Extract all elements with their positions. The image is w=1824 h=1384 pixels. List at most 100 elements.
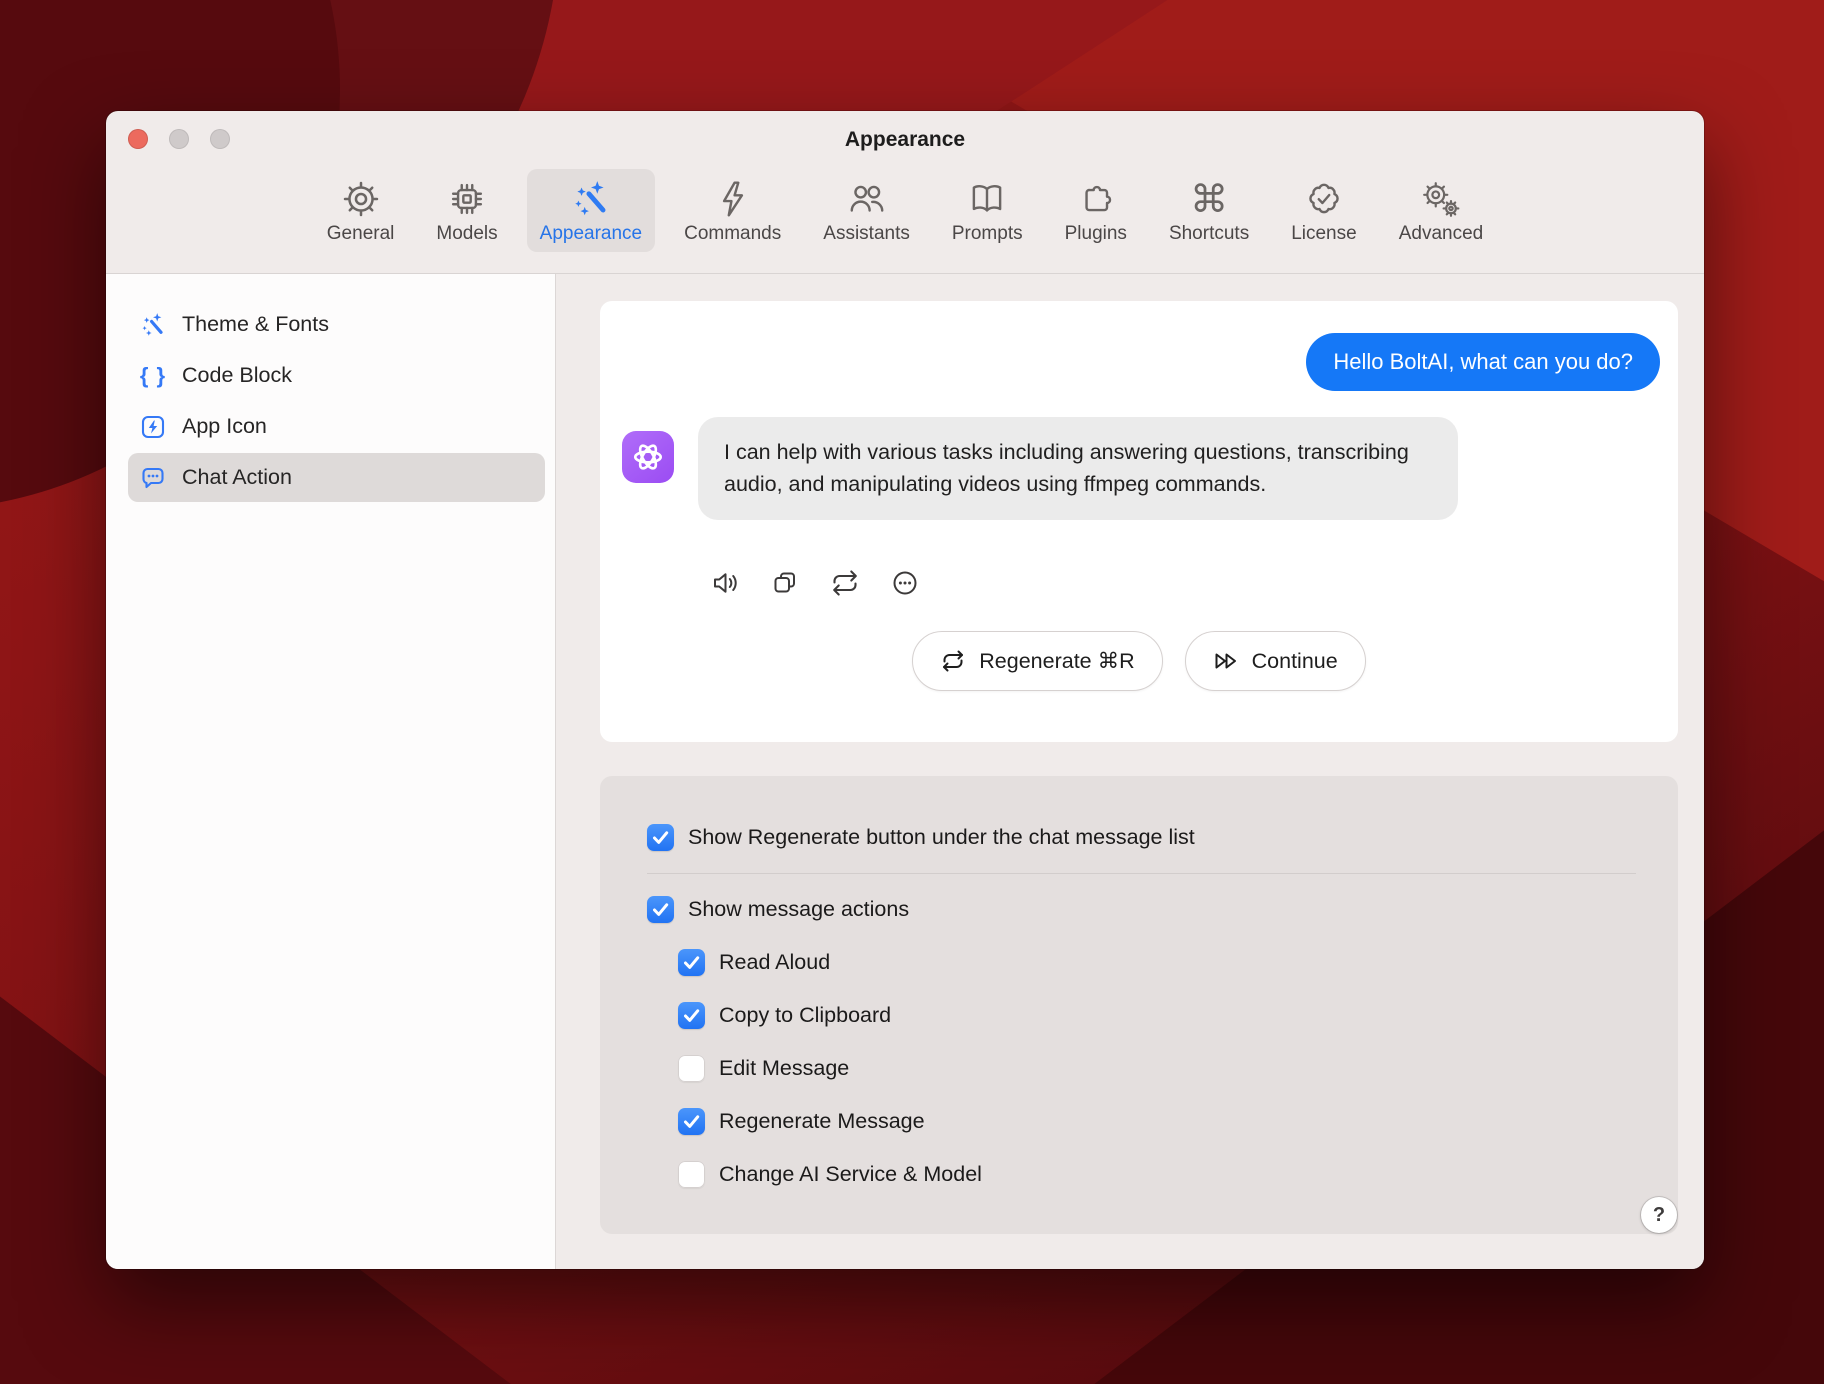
checkbox[interactable] (678, 949, 705, 976)
toolbar-item-label: Shortcuts (1169, 223, 1249, 245)
toolbar-item-commands[interactable]: Commands (671, 169, 794, 252)
fast-forward-icon (1213, 648, 1239, 674)
sidebar-item-code-block[interactable]: { } Code Block (128, 351, 545, 400)
sidebar: Theme & Fonts { } Code Block App Icon (106, 274, 556, 1269)
retry-button[interactable] (830, 568, 860, 598)
setting-label: Edit Message (719, 1056, 849, 1081)
toolbar-item-models[interactable]: Models (423, 169, 510, 252)
gears-icon (1420, 178, 1462, 220)
setting-show-message-actions[interactable]: Show message actions (647, 896, 1636, 923)
setting-label: Change AI Service & Model (719, 1162, 982, 1187)
repeat-icon (830, 568, 860, 598)
setting-edit-message[interactable]: Edit Message (678, 1055, 1636, 1082)
setting-label: Show Regenerate button under the chat me… (688, 825, 1195, 850)
checkmark-icon (647, 824, 674, 851)
wand-sparkles-icon (570, 178, 612, 220)
puzzle-piece-icon (1075, 178, 1117, 220)
sidebar-item-chat-action[interactable]: Chat Action (128, 453, 545, 502)
open-book-icon (966, 178, 1008, 220)
people-icon (846, 178, 888, 220)
window-title: Appearance (106, 111, 1704, 169)
continue-button[interactable]: Continue (1185, 631, 1366, 691)
sidebar-item-label: Code Block (182, 363, 292, 388)
toolbar-item-general[interactable]: General (314, 169, 408, 252)
curly-braces-icon: { } (139, 362, 167, 390)
regenerate-button-label: Regenerate ⌘R (979, 649, 1134, 674)
checkbox[interactable] (647, 896, 674, 923)
seal-check-icon (1303, 178, 1345, 220)
assistant-message-bubble: I can help with various tasks including … (698, 417, 1458, 520)
speaker-icon (710, 568, 740, 598)
toolbar-item-appearance[interactable]: Appearance (527, 169, 655, 252)
sidebar-item-app-icon[interactable]: App Icon (128, 402, 545, 451)
settings-panel: Show Regenerate button under the chat me… (600, 776, 1678, 1234)
setting-label: Show message actions (688, 897, 909, 922)
checkmark-icon (678, 1002, 705, 1029)
toolbar-item-label: Appearance (540, 223, 642, 245)
toolbar-item-plugins[interactable]: Plugins (1052, 169, 1140, 252)
sidebar-item-label: App Icon (182, 414, 267, 439)
minimize-window-button[interactable] (169, 129, 189, 149)
continue-button-label: Continue (1252, 649, 1338, 674)
checkmark-icon (647, 896, 674, 923)
ellipsis-circle-icon (890, 568, 920, 598)
zoom-window-button[interactable] (210, 129, 230, 149)
toolbar-item-label: Prompts (952, 223, 1023, 245)
traffic-lights (128, 129, 230, 149)
toolbar-item-label: General (327, 223, 395, 245)
checkbox[interactable] (678, 1161, 705, 1188)
toolbar-item-prompts[interactable]: Prompts (939, 169, 1036, 252)
chat-bubble-icon (139, 464, 167, 492)
assistant-avatar (622, 431, 674, 483)
toolbar-item-license[interactable]: License (1278, 169, 1370, 252)
toolbar-item-shortcuts[interactable]: ⌘ Shortcuts (1156, 169, 1262, 252)
preferences-toolbar: General Models (106, 167, 1704, 273)
checkbox[interactable] (678, 1055, 705, 1082)
setting-copy-to-clipboard[interactable]: Copy to Clipboard (678, 1002, 1636, 1029)
divider (647, 873, 1636, 874)
chat-buttons-row: Regenerate ⌘R Continue (600, 631, 1678, 691)
checkbox[interactable] (647, 824, 674, 851)
checkbox[interactable] (678, 1108, 705, 1135)
setting-show-regenerate[interactable]: Show Regenerate button under the chat me… (647, 824, 1636, 851)
copy-button[interactable] (770, 568, 800, 598)
toolbar-item-label: Assistants (823, 223, 910, 245)
checkbox[interactable] (678, 1002, 705, 1029)
app-bolt-icon (139, 413, 167, 441)
titlebar: Appearance (106, 111, 1704, 167)
copy-icon (770, 568, 800, 598)
openai-logo-icon (630, 439, 666, 475)
checkmark-icon (678, 949, 705, 976)
help-button[interactable]: ? (1641, 1197, 1677, 1233)
checkmark-icon (678, 1108, 705, 1135)
chat-preview-card: Hello BoltAI, what can you do? I can hel… (600, 301, 1678, 742)
sidebar-item-label: Chat Action (182, 465, 292, 490)
regenerate-button[interactable]: Regenerate ⌘R (912, 631, 1162, 691)
message-action-settings: Read Aloud Copy to Clipboard Edit Messag… (678, 949, 1636, 1188)
lightning-bolt-icon (712, 178, 754, 220)
settings-window: Appearance General Models (106, 111, 1704, 1269)
command-key-icon: ⌘ (1188, 178, 1230, 220)
regenerate-arrows-icon (940, 648, 966, 674)
toolbar-item-label: Models (436, 223, 497, 245)
toolbar-item-label: Commands (684, 223, 781, 245)
user-message-bubble: Hello BoltAI, what can you do? (1306, 333, 1660, 391)
toolbar-item-assistants[interactable]: Assistants (810, 169, 923, 252)
setting-read-aloud[interactable]: Read Aloud (678, 949, 1636, 976)
toolbar-item-label: Advanced (1399, 223, 1484, 245)
gear-icon (340, 178, 382, 220)
more-options-button[interactable] (890, 568, 920, 598)
toolbar-item-advanced[interactable]: Advanced (1386, 169, 1497, 252)
toolbar-item-label: License (1291, 223, 1357, 245)
setting-label: Read Aloud (719, 950, 830, 975)
toolbar-item-label: Plugins (1065, 223, 1127, 245)
close-window-button[interactable] (128, 129, 148, 149)
sidebar-item-theme-fonts[interactable]: Theme & Fonts (128, 300, 545, 349)
setting-label: Regenerate Message (719, 1109, 925, 1134)
setting-regenerate-message[interactable]: Regenerate Message (678, 1108, 1636, 1135)
read-aloud-button[interactable] (710, 568, 740, 598)
wand-sparkles-icon (139, 311, 167, 339)
message-actions-row (710, 568, 920, 598)
setting-change-ai-service-model[interactable]: Change AI Service & Model (678, 1161, 1636, 1188)
main-content: Hello BoltAI, what can you do? I can hel… (556, 274, 1704, 1269)
